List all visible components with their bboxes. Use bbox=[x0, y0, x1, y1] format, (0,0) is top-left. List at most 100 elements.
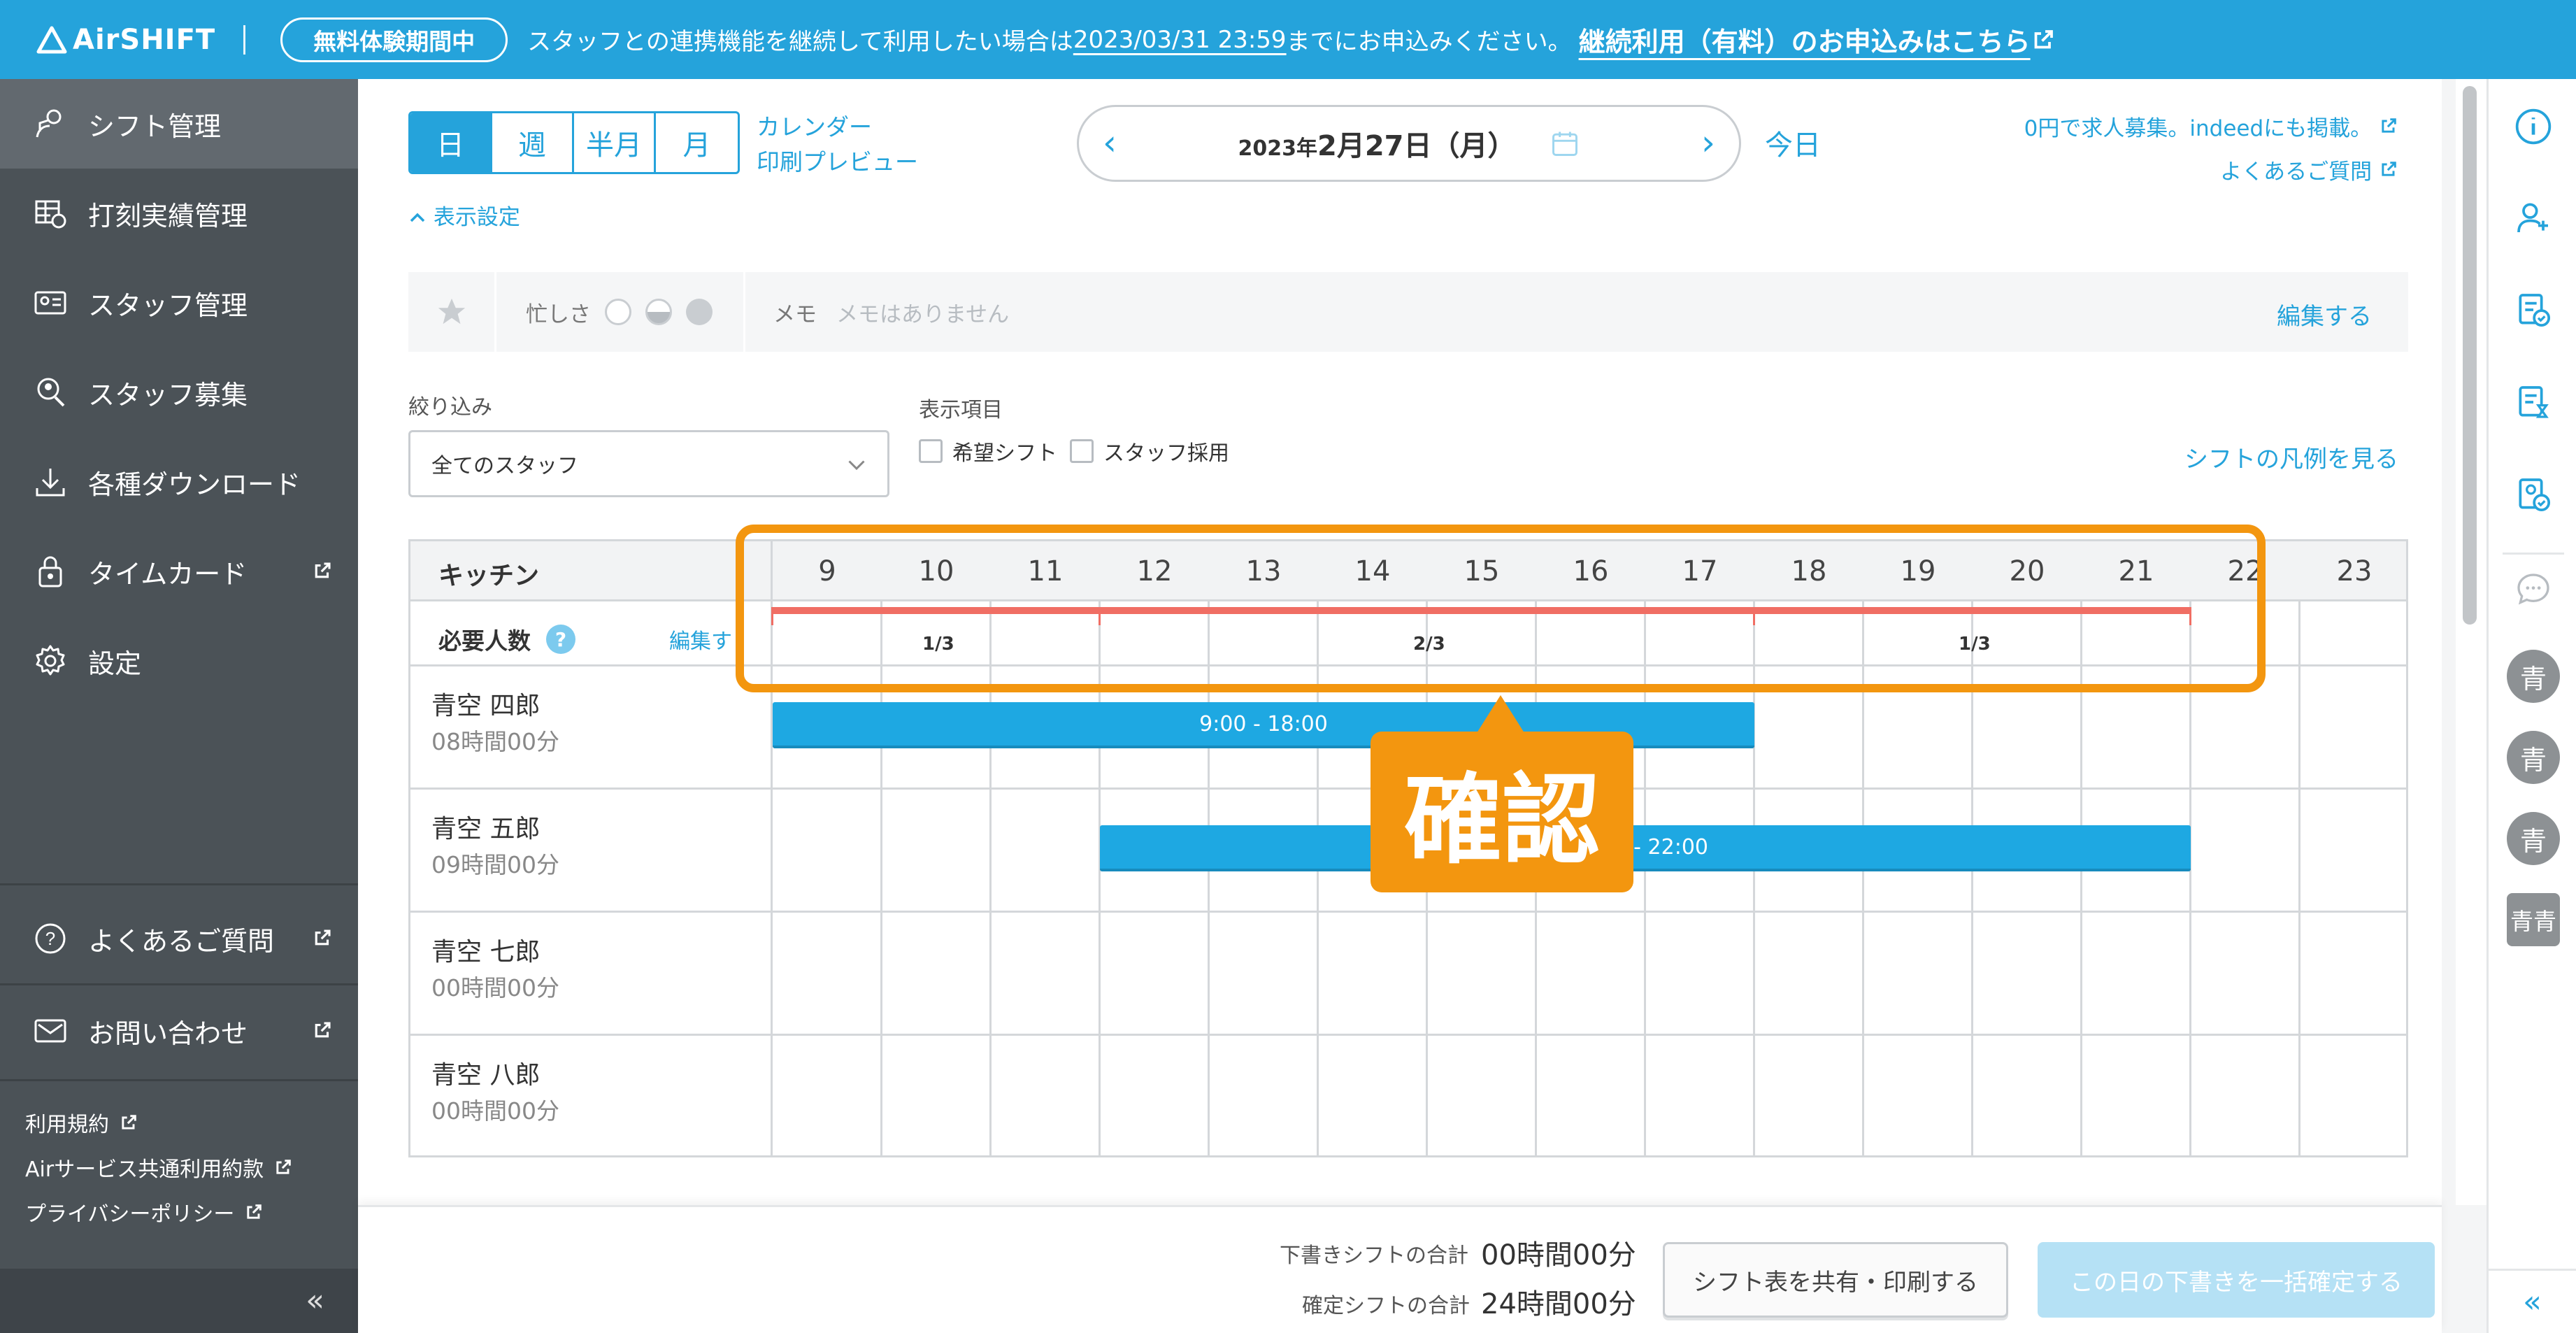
main-content: 日 週 半月 月 カレンダー 印刷プレビュー ‹ 2023年2月27日（月） ›… bbox=[358, 79, 2442, 1333]
view-month-button[interactable]: 月 bbox=[656, 113, 738, 172]
calendar-icon[interactable] bbox=[1550, 128, 1580, 159]
required-staff-label: 必要人数 ? bbox=[438, 622, 575, 656]
sidebar-divider bbox=[0, 983, 358, 985]
avatar[interactable]: 青 bbox=[2507, 812, 2560, 865]
hour-gridline bbox=[2298, 601, 2300, 1155]
faq-link[interactable]: よくあるご質問 bbox=[2024, 150, 2398, 194]
memo-edit-button[interactable]: 編集する bbox=[2277, 297, 2372, 332]
display-settings-label: 表示設定 bbox=[433, 205, 520, 230]
sidebar-item-faq[interactable]: ? よくあるご質問 bbox=[0, 894, 358, 983]
question-circle-icon: ? bbox=[31, 919, 70, 958]
shift-bar[interactable]: - 22:00 bbox=[1100, 825, 2191, 871]
terms-link[interactable]: 利用規約 bbox=[25, 1107, 138, 1138]
external-link-icon bbox=[315, 1022, 331, 1038]
required-staff-edit-button[interactable]: 編集す bbox=[669, 624, 732, 655]
view-week-button[interactable]: 週 bbox=[492, 113, 574, 172]
sidebar-item-attendance[interactable]: 打刻実績管理 bbox=[0, 169, 358, 258]
staff-hiring-checkbox[interactable]: スタッフ採用 bbox=[1070, 436, 1229, 466]
double-chevron-left-icon: « bbox=[306, 1283, 324, 1318]
today-button[interactable]: 今日 bbox=[1765, 122, 1821, 163]
continue-usage-link[interactable]: 継続利用（有料）のお申込みはこちら bbox=[1579, 20, 2056, 59]
sidebar-item-settings[interactable]: 設定 bbox=[0, 616, 358, 706]
prev-day-button[interactable]: ‹ bbox=[1103, 122, 1117, 163]
sidebar-item-staff[interactable]: スタッフ管理 bbox=[0, 258, 358, 348]
view-day-button[interactable]: 日 bbox=[410, 113, 492, 172]
staff-name[interactable]: 青空 七郎 bbox=[431, 932, 540, 968]
filter-label: 絞り込み bbox=[408, 395, 492, 420]
staff-total-hours: 00時間00分 bbox=[431, 974, 559, 1001]
section-title: キッチン bbox=[438, 562, 540, 590]
sidebar-item-label: 各種ダウンロード bbox=[88, 469, 301, 500]
vertical-scrollbar[interactable] bbox=[2456, 79, 2486, 1205]
airshift-logo[interactable]: AirSHIFT bbox=[36, 24, 215, 56]
double-chevron-left-icon: « bbox=[2523, 1284, 2542, 1320]
busy-low-radio[interactable] bbox=[605, 299, 631, 325]
common-terms-link[interactable]: Airサービス共通利用約款 bbox=[25, 1152, 293, 1183]
faq-label: よくあるご質問 bbox=[2220, 159, 2373, 185]
calendar-preview-line1: カレンダー bbox=[757, 113, 872, 141]
next-day-button[interactable]: › bbox=[1701, 122, 1715, 163]
shift-legend-link[interactable]: シフトの凡例を見る bbox=[2184, 440, 2398, 474]
external-link-icon bbox=[2034, 29, 2053, 48]
chat-icon[interactable] bbox=[2512, 569, 2554, 611]
display-items-label: 表示項目 bbox=[919, 398, 1003, 422]
staff-hiring-label: スタッフ採用 bbox=[1103, 441, 1229, 466]
shift-check-icon[interactable] bbox=[2512, 289, 2554, 331]
sidebar-item-recruit[interactable]: スタッフ募集 bbox=[0, 348, 358, 437]
rail-divider bbox=[2503, 553, 2564, 555]
external-link-icon bbox=[2382, 162, 2396, 176]
airshift-logo-icon bbox=[36, 26, 67, 53]
hour-label: 23 bbox=[2336, 555, 2373, 587]
sidebar-item-shift[interactable]: シフト管理 bbox=[0, 79, 358, 169]
banner-message-before: スタッフとの連携機能を継続して利用したい場合は bbox=[527, 28, 1073, 56]
avatar[interactable]: 青 bbox=[2507, 650, 2560, 703]
help-links: 0円で求人募集。indeedにも掲載。 よくあるご質問 bbox=[2024, 107, 2398, 194]
top-banner: AirSHIFT 無料体験期間中 スタッフとの連携機能を継続して利用したい場合は… bbox=[0, 0, 2576, 79]
add-user-icon[interactable] bbox=[2512, 197, 2554, 238]
star-icon[interactable] bbox=[408, 272, 496, 352]
staff-filter-select[interactable]: 全てのスタッフ bbox=[408, 430, 889, 497]
sidebar-item-contact[interactable]: お問い合わせ bbox=[0, 986, 358, 1076]
right-rail: 青 青 青 青青 « bbox=[2486, 79, 2576, 1333]
staff-check-icon[interactable] bbox=[2512, 473, 2554, 515]
busy-high-radio[interactable] bbox=[686, 299, 713, 325]
checkbox-box bbox=[1070, 439, 1094, 463]
rail-collapse-button[interactable]: « bbox=[2489, 1269, 2576, 1333]
view-halfmonth-button[interactable]: 半月 bbox=[574, 113, 656, 172]
draft-total-label: 下書きシフトの合計 bbox=[1280, 1243, 1468, 1268]
staff-name[interactable]: 青空 八郎 bbox=[431, 1055, 540, 1091]
privacy-link[interactable]: プライバシーポリシー bbox=[25, 1197, 264, 1227]
display-settings-toggle[interactable]: 表示設定 bbox=[408, 199, 520, 231]
staff-name[interactable]: 青空 五郎 bbox=[431, 808, 540, 845]
row-divider bbox=[410, 911, 2406, 913]
confirm-all-drafts-button[interactable]: この日の下書きを一括確定する bbox=[2038, 1242, 2435, 1318]
banner-message-after: までにお申込みください。 bbox=[1286, 28, 1572, 56]
calendar-print-preview-link[interactable]: カレンダー 印刷プレビュー bbox=[757, 110, 918, 180]
share-print-button[interactable]: シフト表を共有・印刷する bbox=[1663, 1242, 2008, 1318]
sidebar-item-timecard[interactable]: タイムカード bbox=[0, 527, 358, 616]
external-link-icon bbox=[276, 1160, 291, 1174]
logo-divider bbox=[243, 24, 246, 55]
staff-name[interactable]: 青空 四郎 bbox=[431, 685, 540, 722]
wish-shift-checkbox[interactable]: 希望シフト bbox=[919, 436, 1057, 466]
job-posting-link[interactable]: 0円で求人募集。indeedにも掲載。 bbox=[2024, 107, 2398, 150]
avatar-group[interactable]: 青青 bbox=[2507, 893, 2560, 946]
sidebar-item-download[interactable]: 各種ダウンロード bbox=[0, 437, 358, 527]
draft-total-value: 00時間00分 bbox=[1481, 1239, 1636, 1271]
current-date-day: 2月27日（月） bbox=[1317, 130, 1516, 162]
privacy-label: プライバシーポリシー bbox=[25, 1202, 235, 1227]
staff-total-hours: 00時間00分 bbox=[431, 1097, 559, 1125]
sidebar-collapse-button[interactable]: « bbox=[0, 1269, 358, 1333]
busy-medium-radio[interactable] bbox=[645, 299, 672, 325]
sidebar-item-label: 打刻実績管理 bbox=[88, 200, 248, 231]
info-icon[interactable] bbox=[2512, 106, 2554, 148]
terms-label: 利用規約 bbox=[25, 1113, 109, 1137]
job-posting-label: 0円で求人募集。indeedにも掲載。 bbox=[2024, 116, 2373, 141]
staff-total-hours: 08時間00分 bbox=[431, 728, 559, 755]
avatar[interactable]: 青 bbox=[2507, 731, 2560, 784]
sidebar-item-label: タイムカード bbox=[88, 558, 248, 590]
date-navigator: ‹ 2023年2月27日（月） › bbox=[1077, 105, 1741, 182]
help-icon[interactable]: ? bbox=[546, 625, 575, 654]
hourglass-doc-icon[interactable] bbox=[2512, 381, 2554, 423]
scrollbar-thumb[interactable] bbox=[2463, 86, 2477, 625]
